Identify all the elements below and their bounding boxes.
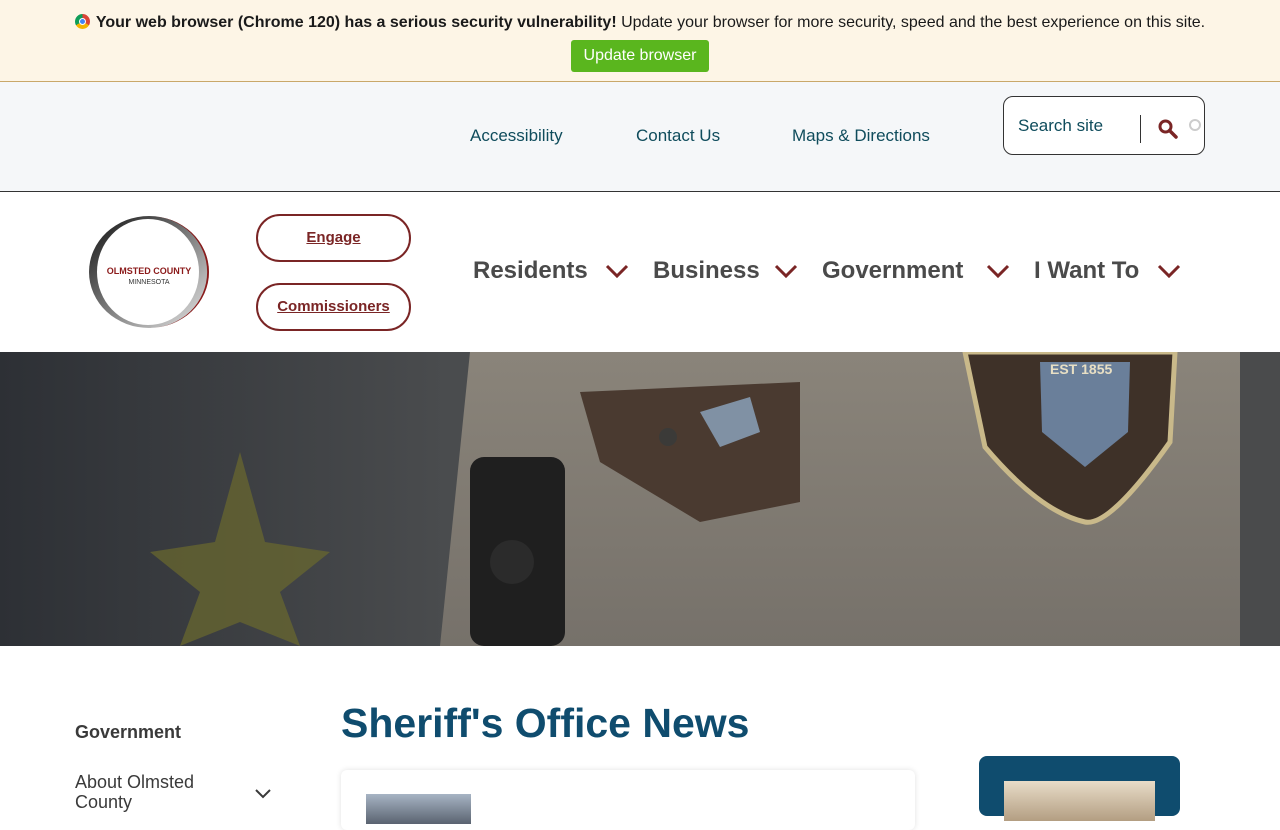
contact-us-link[interactable]: Contact Us <box>636 126 720 146</box>
loading-spinner-icon <box>1189 119 1201 131</box>
browser-update-banner: Your web browser (Chrome 120) has a seri… <box>0 0 1280 82</box>
commissioners-button[interactable]: Commissioners <box>256 283 411 331</box>
accessibility-link[interactable]: Accessibility <box>470 126 563 146</box>
utility-bar: Accessibility Contact Us Maps & Directio… <box>0 82 1280 192</box>
nav-i-want-to[interactable]: I Want To <box>1034 257 1139 285</box>
search-divider <box>1140 115 1141 143</box>
sidebar-heading: Government <box>75 722 182 742</box>
business-chevron-down-icon[interactable] <box>774 264 798 278</box>
hero-image: EST 1855 <box>0 352 1280 646</box>
page-title: Sheriff's Office News <box>341 700 750 746</box>
news-card[interactable] <box>341 770 915 830</box>
logo-line2: MINNESOTA <box>128 279 169 286</box>
sheriff-photo <box>1004 781 1155 821</box>
nav-government[interactable]: Government <box>822 257 963 285</box>
banner-warning-text: Update your browser for more security, s… <box>616 14 1206 31</box>
chrome-icon <box>74 14 90 29</box>
sidebar-item-about[interactable]: About Olmsted County <box>75 772 215 812</box>
search-icon <box>1158 119 1178 139</box>
main-header: OLMSTED COUNTY MINNESOTA Engage Commissi… <box>0 192 1280 352</box>
sheriff-uniform-illustration: EST 1855 <box>0 352 1280 646</box>
search-box <box>1003 96 1205 155</box>
nav-business[interactable]: Business <box>653 257 760 285</box>
government-chevron-down-icon[interactable] <box>986 264 1010 278</box>
sheriff-profile-card[interactable] <box>979 756 1180 821</box>
sidebar-chevron-down-icon[interactable] <box>254 788 272 800</box>
svg-text:EST 1855: EST 1855 <box>1050 361 1112 377</box>
news-thumbnail <box>366 794 471 824</box>
engage-button[interactable]: Engage <box>256 214 411 262</box>
olmsted-county-logo[interactable]: OLMSTED COUNTY MINNESOTA <box>86 214 212 330</box>
banner-message: Your web browser (Chrome 120) has a seri… <box>0 14 1280 32</box>
search-input[interactable] <box>1018 113 1138 139</box>
county-seal-icon: OLMSTED COUNTY MINNESOTA <box>89 216 209 328</box>
nav-residents[interactable]: Residents <box>473 257 588 285</box>
residents-chevron-down-icon[interactable] <box>605 264 629 278</box>
i-want-to-chevron-down-icon[interactable] <box>1157 264 1181 278</box>
maps-directions-link[interactable]: Maps & Directions <box>792 126 930 146</box>
banner-warning-bold: Your web browser (Chrome 120) has a seri… <box>95 14 617 31</box>
search-button[interactable] <box>1154 117 1182 143</box>
update-browser-button[interactable]: Update browser <box>571 40 709 72</box>
logo-line1: OLMSTED COUNTY <box>107 266 192 276</box>
